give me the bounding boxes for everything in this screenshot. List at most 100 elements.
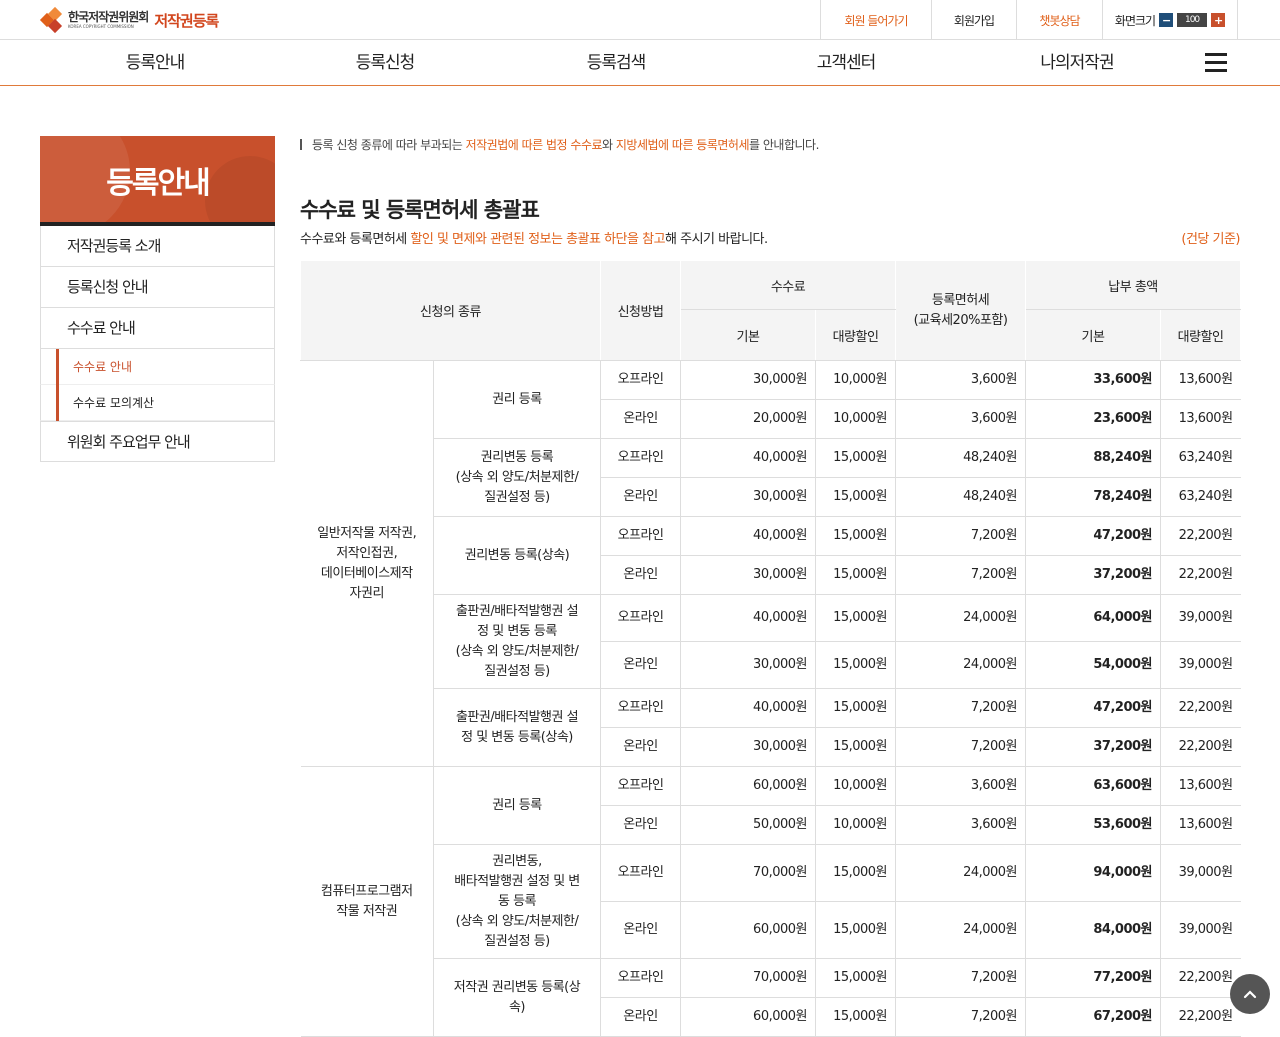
- total-basic-cell: 53,600원: [1025, 805, 1161, 845]
- total-bulk-cell: 39,000원: [1160, 594, 1241, 642]
- total-basic-cell: 64,000원: [1025, 594, 1161, 642]
- header-type: 신청의 종류: [300, 260, 601, 361]
- header-method: 신청방법: [600, 260, 681, 361]
- tax-cell: 7,200원: [895, 688, 1026, 728]
- fee-bulk-cell: 10,000원: [814, 360, 896, 400]
- sidebar-subitem-fee-calculator[interactable]: 수수료 모의계산: [40, 385, 275, 421]
- top-bar: 한국저작권위원회 KOREA COPYRIGHT COMMISSION 저작권등…: [0, 0, 1280, 40]
- fee-basic-cell: 30,000원: [680, 477, 816, 517]
- method-cell: 오프라인: [600, 516, 681, 556]
- fee-basic-cell: 40,000원: [680, 688, 816, 728]
- fee-bulk-cell: 10,000원: [814, 805, 896, 845]
- fee-basic-cell: 60,000원: [680, 766, 816, 806]
- fee-bulk-cell: 15,000원: [814, 727, 896, 767]
- method-cell: 온라인: [600, 399, 681, 439]
- method-cell: 오프라인: [600, 844, 681, 902]
- page-title: 수수료 및 등록면허세 총괄표: [300, 198, 540, 222]
- zoom-out-button[interactable]: −: [1159, 13, 1174, 27]
- zoom-in-button[interactable]: +: [1211, 13, 1226, 27]
- chatbot-link[interactable]: 챗봇상담: [1016, 0, 1102, 40]
- tax-cell: 3,600원: [895, 399, 1026, 439]
- logo-icon: [39, 6, 64, 34]
- fee-basic-cell: 70,000원: [680, 844, 816, 902]
- fee-basic-cell: 30,000원: [680, 641, 816, 689]
- tax-cell: 48,240원: [895, 477, 1026, 517]
- tax-cell: 24,000원: [895, 901, 1026, 959]
- side-nav-title: 등록안내: [106, 166, 210, 201]
- header-fee-basic: 기본: [680, 309, 816, 361]
- fee-bulk-cell: 15,000원: [814, 438, 896, 478]
- nav-item-registration-apply[interactable]: 등록신청: [285, 40, 485, 86]
- nav-item-my-copyright[interactable]: 나의저작권: [977, 40, 1177, 86]
- kind-cell: 권리변동 등록 (상속 외 양도/처분제한/ 질권설정 등): [433, 438, 601, 517]
- tax-cell: 7,200원: [895, 516, 1026, 556]
- table-description: 수수료와 등록면허세 할인 및 면제와 관련된 정보는 총괄표 하단을 참고해 …: [300, 228, 1240, 247]
- main-navigation: 등록안내 등록신청 등록검색 고객센터 나의저작권: [0, 40, 1280, 86]
- method-cell: 오프라인: [600, 594, 681, 642]
- total-basic-cell: 88,240원: [1025, 438, 1161, 478]
- site-logo[interactable]: 한국저작권위원회 KOREA COPYRIGHT COMMISSION 저작권등…: [39, 6, 219, 34]
- sidebar-subitem-fee-guide[interactable]: 수수료 안내: [40, 349, 275, 385]
- method-cell: 온라인: [600, 997, 681, 1037]
- fee-bulk-cell: 15,000원: [814, 901, 896, 959]
- fee-basic-cell: 50,000원: [680, 805, 816, 845]
- total-bulk-cell: 22,200원: [1160, 688, 1241, 728]
- sidebar-item-copyright-intro[interactable]: 저작권등록 소개: [40, 226, 275, 267]
- main-content: 등록 신청 종류에 따라 부과되는 저작권법에 따른 법정 수수료와 지방세법에…: [300, 136, 1240, 247]
- tax-cell: 7,200원: [895, 555, 1026, 595]
- login-link[interactable]: 회원 들어가기: [820, 0, 931, 40]
- method-cell: 온라인: [600, 727, 681, 767]
- total-bulk-cell: 13,600원: [1160, 360, 1241, 400]
- table-row: 출판권/배타적발행권 설 정 및 변동 등록 (상속 외 양도/처분제한/ 질권…: [301, 594, 1241, 689]
- nav-item-registration-guide[interactable]: 등록안내: [55, 40, 255, 86]
- method-cell: 온라인: [600, 901, 681, 959]
- total-bulk-cell: 39,000원: [1160, 641, 1241, 689]
- total-bulk-cell: 22,200원: [1160, 516, 1241, 556]
- nav-item-customer-center[interactable]: 고객센터: [746, 40, 946, 86]
- table-row: 출판권/배타적발행권 설 정 및 변동 등록(상속) 오프라인 40,000원 15,…: [301, 688, 1241, 767]
- fee-bulk-cell: 15,000원: [814, 594, 896, 642]
- fee-basic-cell: 40,000원: [680, 516, 816, 556]
- fee-basic-cell: 60,000원: [680, 997, 816, 1037]
- kind-cell: 권리변동 등록(상속): [433, 516, 601, 595]
- method-cell: 오프라인: [600, 766, 681, 806]
- method-cell: 오프라인: [600, 958, 681, 998]
- category-cell: 컴퓨터프로그램저 작물 저작권: [300, 766, 434, 1037]
- sidebar-item-fee-guide[interactable]: 수수료 안내: [40, 308, 275, 349]
- fee-basic-cell: 40,000원: [680, 438, 816, 478]
- header-total-bulk: 대량할인: [1160, 309, 1242, 361]
- zoom-control: 화면크기 − 100 +: [1102, 0, 1238, 40]
- total-basic-cell: 94,000원: [1025, 844, 1161, 902]
- tax-cell: 24,000원: [895, 844, 1026, 902]
- total-basic-cell: 37,200원: [1025, 727, 1161, 767]
- header-fee-bulk: 대량할인: [814, 309, 897, 361]
- scroll-to-top-button[interactable]: [1230, 974, 1270, 1014]
- sidebar-item-main-duties[interactable]: 위원회 주요업무 안내: [40, 421, 275, 462]
- method-cell: 온라인: [600, 805, 681, 845]
- total-bulk-cell: 39,000원: [1160, 901, 1241, 959]
- side-nav-header: 등록안내: [40, 136, 275, 226]
- sidebar-item-apply-guide[interactable]: 등록신청 안내: [40, 267, 275, 308]
- fee-bulk-cell: 15,000원: [814, 641, 896, 689]
- total-basic-cell: 37,200원: [1025, 555, 1161, 595]
- signup-link[interactable]: 회원가입: [931, 0, 1016, 40]
- total-basic-cell: 84,000원: [1025, 901, 1161, 959]
- menu-icon[interactable]: [1205, 53, 1227, 73]
- zoom-value: 100: [1177, 13, 1208, 27]
- kind-cell: 권리 등록: [433, 766, 601, 845]
- tax-cell: 7,200원: [895, 958, 1026, 998]
- table-row: 권리변동, 배타적발행권 설정 및 변 동 등록 (상속 외 양도/처분제한/ …: [301, 844, 1241, 959]
- total-basic-cell: 63,600원: [1025, 766, 1161, 806]
- total-bulk-cell: 22,200원: [1160, 958, 1241, 998]
- kind-cell: 출판권/배타적발행권 설 정 및 변동 등록(상속): [433, 688, 601, 767]
- nav-item-registration-search[interactable]: 등록검색: [516, 40, 716, 86]
- zoom-label: 화면크기: [1114, 13, 1156, 28]
- fee-bulk-cell: 15,000원: [814, 844, 896, 902]
- method-cell: 온라인: [600, 477, 681, 517]
- method-cell: 오프라인: [600, 360, 681, 400]
- utility-menu: 회원 들어가기 회원가입 챗봇상담 화면크기 − 100 +: [820, 0, 1238, 40]
- tax-cell: 7,200원: [895, 727, 1026, 767]
- fee-bulk-cell: 15,000원: [814, 555, 896, 595]
- method-cell: 온라인: [600, 555, 681, 595]
- total-bulk-cell: 22,200원: [1160, 555, 1241, 595]
